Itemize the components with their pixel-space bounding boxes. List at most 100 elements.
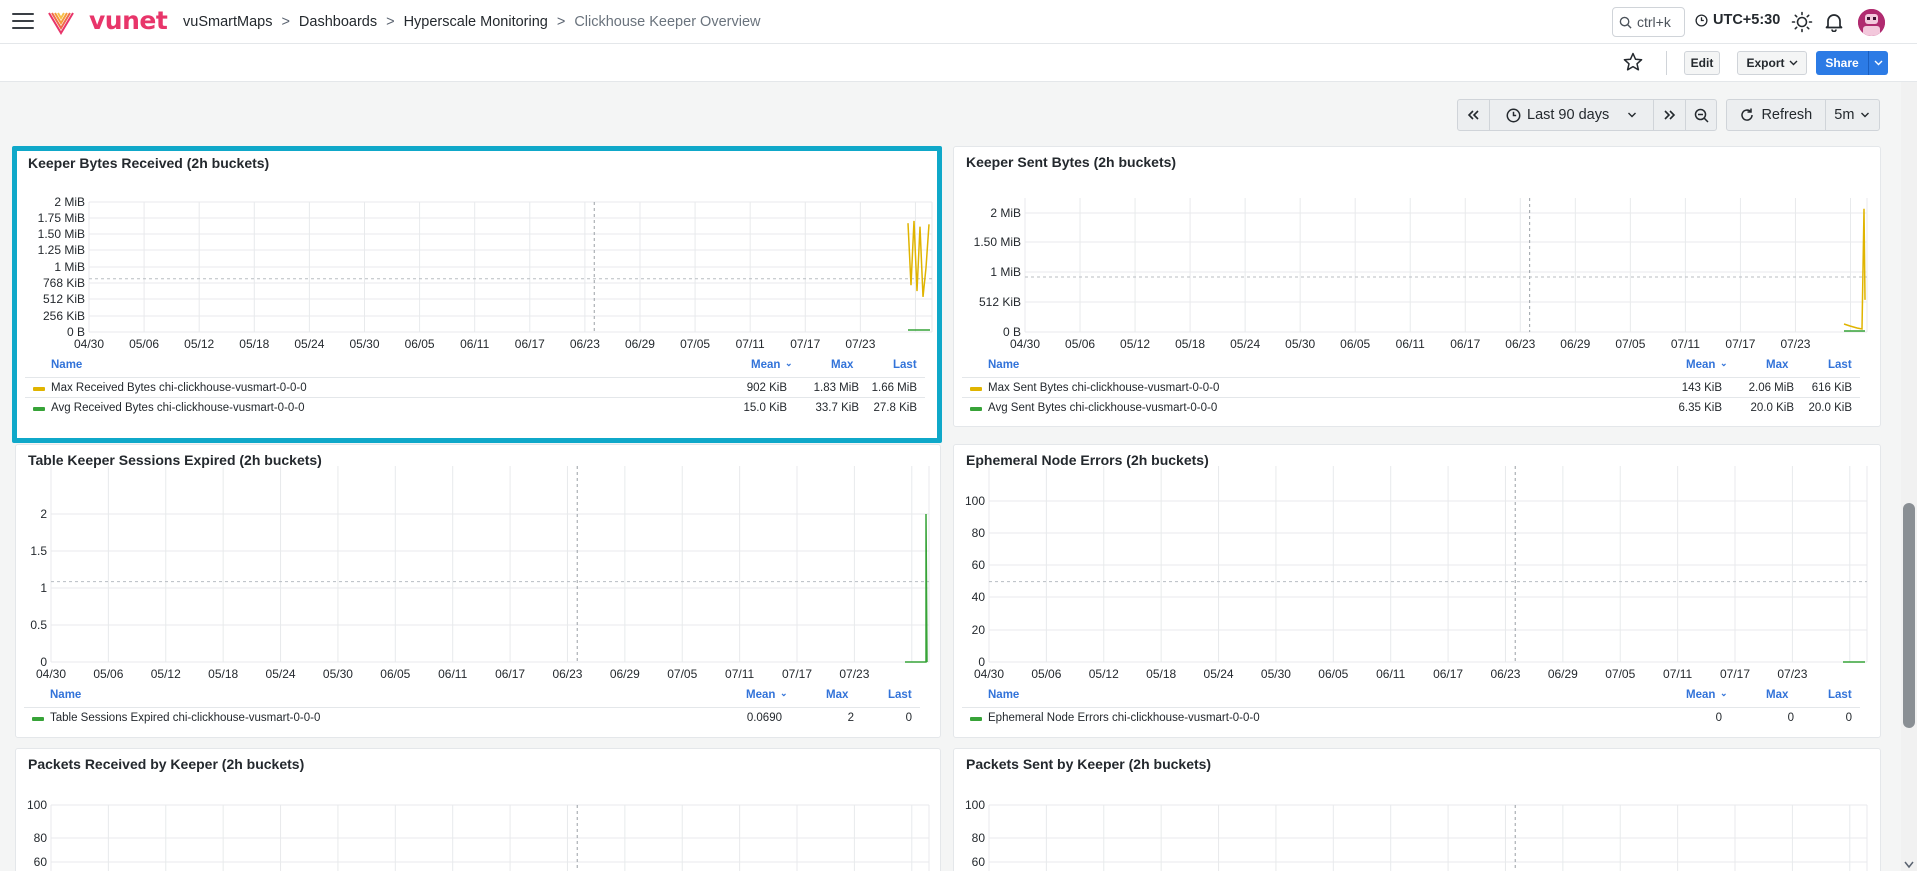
dashboard-panel[interactable]: Keeper Bytes Received (2h buckets) 0 B 256… [12,146,942,443]
y-axis-tick-label: 60 [34,855,48,869]
chevron-down-icon [1789,60,1797,66]
x-axis-tick-label: 06/11 [1376,667,1405,681]
x-axis-tick-label: 05/06 [129,337,159,351]
refresh-interval-picker[interactable]: 5m [1826,100,1879,130]
legend-row[interactable]: Ephemeral Node Errors chi-clickhouse-vus… [962,707,1860,727]
shift-time-forward-button[interactable] [1654,100,1687,130]
x-axis-tick-label: 06/23 [1505,337,1535,351]
x-axis-tick-label: 06/29 [610,667,640,681]
share-dropdown-toggle[interactable] [1868,51,1888,75]
breadcrumb-hyperscale-monitoring[interactable]: Hyperscale Monitoring [404,14,548,30]
chevrons-right-icon [1664,110,1675,120]
x-axis-tick-label: 05/12 [1120,337,1150,351]
legend-row[interactable]: Table Sessions Expired chi-clickhouse-vu… [24,707,920,727]
y-axis-tick-label: 1.50 MiB [38,227,85,241]
legend-max-header[interactable]: Max [831,359,853,371]
legend-last-value: 616 KiB [1811,382,1852,394]
y-axis-tick-label: 40 [972,590,986,604]
scrollbar-track[interactable] [1901,82,1917,871]
legend-mean-header[interactable]: Mean [1686,359,1715,371]
dashboard-panel[interactable]: Packets Received by Keeper (2h buckets) 6… [15,748,941,871]
legend-row[interactable]: Max Received Bytes chi-clickhouse-vusmar… [25,377,925,397]
user-avatar[interactable] [1858,9,1885,36]
series-color-swatch [33,407,45,411]
legend-last-header[interactable]: Last [888,689,912,701]
chevron-down-icon [1861,112,1870,118]
x-axis-tick-label: 06/23 [552,667,582,681]
x-axis-tick-label: 05/30 [1285,337,1315,351]
x-axis-tick-label: 05/30 [349,337,379,351]
legend-last-header[interactable]: Last [1828,359,1852,371]
x-axis-tick-label: 07/11 [736,337,765,351]
legend-row[interactable]: Max Sent Bytes chi-clickhouse-vusmart-0-… [962,377,1860,397]
top-navbar: vunet vuSmartMaps > Dashboards > Hyperscale … [0,0,1917,44]
breadcrumb: vuSmartMaps > Dashboards > Hyperscale Monito… [183,14,761,30]
legend-row[interactable]: Avg Received Bytes chi-clickhouse-vusmar… [25,397,925,417]
shift-time-back-button[interactable] [1458,100,1490,130]
legend-mean-header[interactable]: Mean [746,689,775,701]
breadcrumb-dashboards[interactable]: Dashboards [299,14,377,30]
y-axis-tick-label: 1 [40,581,47,595]
dashboard-panel[interactable]: Packets Sent by Keeper (2h buckets) 60 80 1… [953,748,1881,871]
legend-header: Name Mean ⌄ Max Last [25,357,925,373]
legend-max-value: 20.0 KiB [1750,402,1794,414]
refresh-button[interactable]: Refresh [1727,100,1826,130]
legend-row[interactable]: Avg Sent Bytes chi-clickhouse-vusmart-0-… [962,397,1860,417]
notifications-button[interactable] [1822,10,1846,34]
legend-mean-value: 15.0 KiB [743,402,787,414]
edit-button[interactable]: Edit [1684,51,1720,75]
dashboard-panel[interactable]: Keeper Sent Bytes (2h buckets) 0 B 512 KiB… [953,146,1881,427]
legend-last-header[interactable]: Last [1828,689,1852,701]
x-axis-tick-label: 05/24 [1230,337,1260,351]
scrollbar-thumb[interactable] [1903,503,1915,728]
theme-toggle-button[interactable] [1790,10,1814,34]
legend-name-header[interactable]: Name [50,689,81,701]
breadcrumb-vusmartmaps[interactable]: vuSmartMaps [183,14,272,30]
sort-desc-icon: ⌄ [780,688,788,698]
series-color-swatch [33,387,45,391]
legend-mean-header[interactable]: Mean [751,359,780,371]
timezone-selector[interactable]: UTC+5:30 [1695,12,1780,28]
time-series-chart[interactable]: 60 80 100 [954,749,1881,871]
x-axis-tick-label: 07/23 [839,667,869,681]
legend-max-header[interactable]: Max [1766,689,1788,701]
legend-last-header[interactable]: Last [893,359,917,371]
legend-mean-header[interactable]: Mean [1686,689,1715,701]
time-range-label: Last 90 days [1527,107,1610,123]
export-button[interactable]: Export [1737,51,1807,75]
divider [1666,51,1667,75]
menu-icon[interactable] [12,13,34,30]
star-icon[interactable] [1622,51,1644,73]
breadcrumb-current-page: Clickhouse Keeper Overview [574,14,761,30]
dashboard-panel[interactable]: Table Keeper Sessions Expired (2h bucket… [15,444,941,738]
y-axis-tick-label: 100 [27,798,47,812]
y-axis-tick-label: 2 MiB [54,195,85,209]
legend-name-header[interactable]: Name [988,359,1019,371]
legend-max-header[interactable]: Max [826,689,848,701]
refresh-label: Refresh [1761,107,1813,123]
legend-last-value: 0 [905,712,912,724]
x-axis-tick-label: 06/11 [1396,337,1425,351]
time-series-chart[interactable]: 60 80 100 [16,749,941,871]
legend-header: Name Mean ⌄ Max Last [962,357,1860,373]
legend-name-header[interactable]: Name [51,359,82,371]
zoom-out-button[interactable] [1686,100,1716,130]
y-axis-tick-label: 2 [40,507,47,521]
legend-name-header[interactable]: Name [988,689,1019,701]
x-axis-tick-label: 06/05 [380,667,410,681]
export-button-label: Export [1746,56,1785,70]
search-button[interactable]: ctrl+k [1612,7,1685,37]
series-line-max-sent [1843,208,1866,330]
scroll-down-arrow[interactable] [1904,861,1914,869]
zoom-out-icon [1694,108,1709,123]
x-axis-tick-label: 07/05 [667,667,697,681]
x-axis-tick-label: 06/11 [460,337,489,351]
time-range-picker[interactable]: Last 90 days [1490,100,1655,130]
x-axis-tick-label: 05/12 [1089,667,1119,681]
sun-icon [1791,11,1813,33]
share-button[interactable]: Share [1816,51,1888,75]
dashboard-panel[interactable]: Ephemeral Node Errors (2h buckets) 0 20 40 6… [953,444,1881,738]
bell-icon [1825,14,1843,32]
search-icon [1619,16,1632,29]
legend-max-header[interactable]: Max [1766,359,1788,371]
